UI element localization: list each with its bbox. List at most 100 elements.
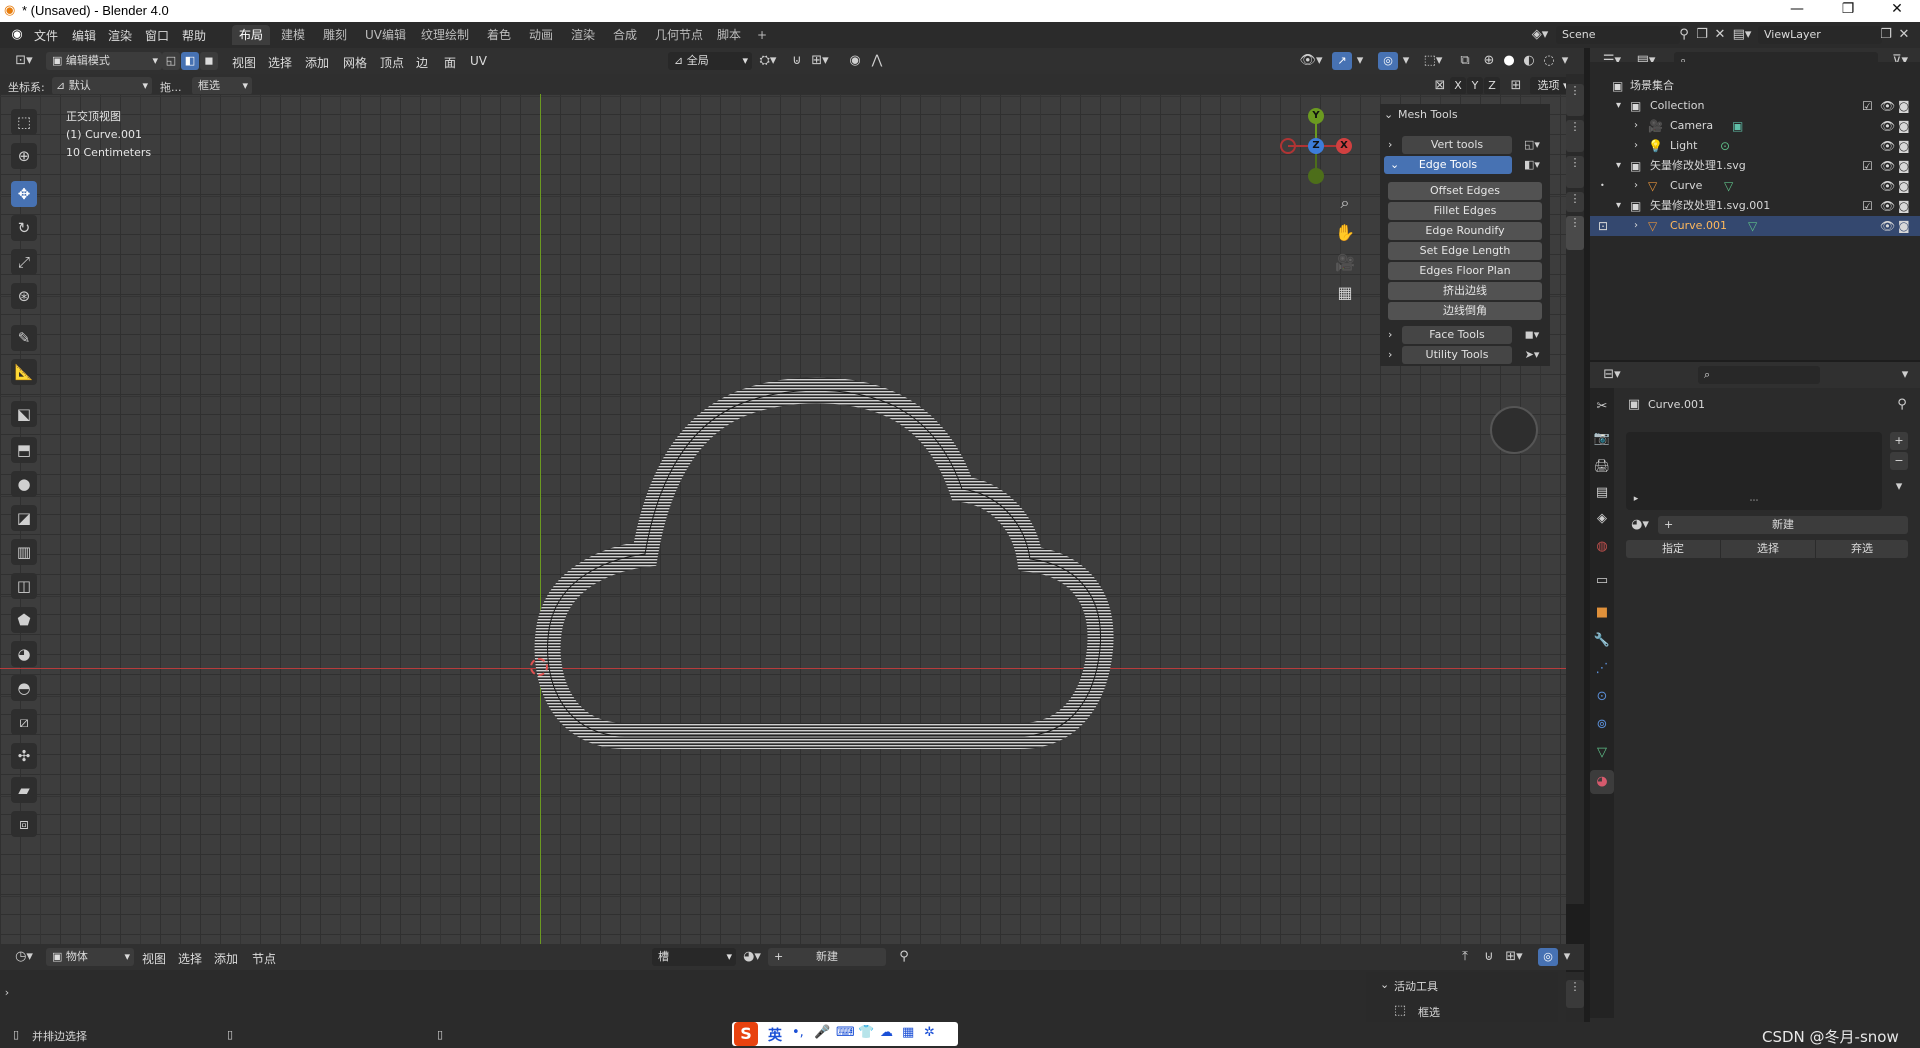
maximize-icon[interactable]: ❐ — [1825, 1, 1871, 17]
blender-menu-icon[interactable]: ◉ — [8, 26, 26, 44]
menu-add[interactable]: 添加 — [214, 950, 238, 967]
scene-name-field[interactable]: Scene — [1556, 26, 1680, 44]
tab-texture-paint[interactable]: 纹理绘制 — [414, 25, 476, 45]
visibility-icon[interactable]: 👁▾ — [1296, 52, 1326, 70]
vertex-select-button[interactable]: ◱ — [162, 52, 180, 70]
coord-select[interactable]: ⊿ 默认 ▾ — [52, 77, 152, 95]
snap-target-icon[interactable]: ⊞▾ — [1500, 948, 1528, 966]
gizmo-toggle-button[interactable]: ↗ — [1332, 52, 1352, 70]
menu-view[interactable]: 视图 — [142, 950, 166, 967]
overlay-dropdown-icon[interactable]: ▾ — [1560, 948, 1574, 966]
scene-delete-icon[interactable]: ✕ — [1712, 26, 1728, 44]
physics-tab-icon[interactable]: ⊙ — [1592, 688, 1612, 706]
loop-cut-tool[interactable]: ▥ — [11, 539, 37, 565]
snap-icon[interactable]: ⊍ — [788, 52, 806, 70]
select-box-tool[interactable]: ⬚ — [11, 109, 37, 135]
add-workspace-button[interactable]: + — [750, 25, 774, 45]
menu-help[interactable]: 帮助 — [182, 27, 206, 44]
edge-roundify-button[interactable]: Edge Roundify — [1388, 222, 1542, 240]
collection-row[interactable]: ▾ ▣ Collection ☑ 👁 ◙ — [1590, 96, 1920, 116]
material-tab-icon[interactable]: ◕ — [1590, 770, 1614, 794]
gizmo-z-label[interactable]: Z — [1308, 138, 1324, 154]
edge-slide-tool[interactable]: ⧄ — [11, 709, 37, 735]
zoom-icon[interactable]: ⌕ — [1334, 194, 1356, 212]
camera-data-icon[interactable]: ▣ — [1732, 116, 1743, 136]
falloff-icon[interactable]: ⋀ — [866, 52, 888, 70]
scene-collection-row[interactable]: ▣ 场景集合 — [1590, 76, 1920, 96]
menu-render[interactable]: 渲染 — [108, 27, 132, 44]
menu-edit[interactable]: 编辑 — [72, 27, 96, 44]
extrude-edges-button[interactable]: 挤出边线 — [1388, 282, 1542, 300]
utility-tools-menu-icon[interactable]: ➤▾ — [1518, 346, 1546, 364]
particles-tab-icon[interactable]: ⋰ — [1592, 660, 1612, 678]
keyboard-icon[interactable]: ⌨ — [836, 1025, 855, 1040]
cloud-curve-mesh[interactable] — [530, 364, 1130, 764]
render-tab-icon[interactable]: 📷 — [1592, 430, 1612, 448]
shading-dropdown-icon[interactable]: ▾ — [1558, 52, 1572, 70]
toolbox-icon[interactable]: ▦ — [902, 1025, 914, 1040]
navigation-circle-icon[interactable] — [1490, 406, 1538, 454]
measure-tool[interactable]: 📐 — [11, 359, 37, 385]
poly-build-tool[interactable]: ⬟ — [11, 607, 37, 633]
rendered-shading-icon[interactable]: ◌ — [1540, 52, 1558, 70]
scene-pin-icon[interactable]: ⚲ — [1676, 26, 1692, 44]
assign-button[interactable]: 指定 — [1626, 540, 1720, 558]
material-shading-icon[interactable]: ◐ — [1520, 52, 1538, 70]
set-edge-length-button[interactable]: Set Edge Length — [1388, 242, 1542, 260]
fillet-edges-button[interactable]: Fillet Edges — [1388, 202, 1542, 220]
gizmo-x-label[interactable]: X — [1336, 138, 1352, 154]
expand-icon[interactable]: ▾ — [1616, 196, 1621, 216]
scene-new-icon[interactable]: ❐ — [1694, 26, 1710, 44]
auto-merge-icon[interactable]: ⊞ — [1508, 77, 1524, 95]
tab-modeling[interactable]: 建模 — [274, 25, 312, 45]
checkbox-icon[interactable]: ☑ — [1862, 156, 1873, 176]
knife-tool[interactable]: ◫ — [11, 573, 37, 599]
rip-tool[interactable]: ⧈ — [11, 811, 37, 837]
object-mode-select[interactable]: ▣ 物体 ▾ — [46, 948, 134, 966]
mirror-z-toggle[interactable]: Z — [1484, 77, 1500, 95]
editor-type-icon[interactable]: ◷▾ — [10, 948, 38, 966]
tab-tool[interactable]: ⋮ — [1566, 120, 1584, 152]
modifier-tab-icon[interactable]: 🔧 — [1592, 632, 1612, 650]
new-material-button[interactable]: + 新建 — [1658, 516, 1908, 534]
vert-tools-menu-icon[interactable]: ◱▾ — [1518, 136, 1546, 154]
edge-tools-menu-icon[interactable]: ◧▾ — [1518, 156, 1546, 174]
curve-row[interactable]: • › ▽ Curve ▽ 👁 ◙ — [1590, 176, 1920, 196]
rotate-tool[interactable]: ↻ — [11, 215, 37, 241]
eye-icon[interactable]: 👁 — [1880, 136, 1895, 156]
smooth-tool[interactable]: ◓ — [11, 675, 37, 701]
punctuation-icon[interactable]: •, — [792, 1025, 804, 1040]
none-tool[interactable]: ● — [11, 471, 37, 497]
pin-icon[interactable]: ⚲ — [1894, 396, 1910, 414]
curve-data-icon[interactable]: ▽ — [1724, 176, 1733, 196]
properties-search-input[interactable]: ⌕ — [1698, 366, 1820, 384]
camera-render-icon[interactable]: ◙ — [1898, 136, 1910, 156]
menu-select[interactable]: 选择 — [178, 950, 202, 967]
mirror-icon[interactable]: ⊠ — [1432, 77, 1448, 95]
checkbox-icon[interactable]: ☑ — [1862, 196, 1873, 216]
cursor-tool[interactable]: ⊕ — [11, 143, 37, 169]
proportional-edit-icon[interactable]: ◉ — [846, 52, 864, 70]
overlay-toggle-button[interactable]: ◎ — [1538, 948, 1558, 966]
edge-select-button[interactable]: ◧ — [181, 52, 199, 70]
curve-data-icon[interactable]: ▽ — [1748, 216, 1757, 236]
properties-editor-icon[interactable]: ⊟▾ — [1598, 366, 1626, 384]
extrude-tool[interactable]: ⬒ — [11, 437, 37, 463]
expand-icon[interactable]: › — [1634, 116, 1638, 136]
eye-icon[interactable]: 👁 — [1880, 216, 1895, 236]
tab-edit[interactable]: ⋮ — [1566, 192, 1584, 212]
collection-tab-icon[interactable]: ▭ — [1592, 572, 1612, 590]
view-layer-new-icon[interactable]: ❐ — [1878, 26, 1894, 44]
light-row[interactable]: › 💡 Light ⊙ 👁 ◙ — [1590, 136, 1920, 156]
3d-viewport[interactable]: Y X Z ⌕ ✋ 🎥 ▦ ⋮ ⋮ ⋮ ⋮ ⋮ — [0, 74, 1584, 944]
expand-icon[interactable]: › — [1634, 176, 1638, 196]
world-tab-icon[interactable]: ◍ — [1592, 538, 1612, 556]
face-tools-header[interactable]: Face Tools — [1402, 326, 1512, 344]
deselect-button[interactable]: 弃选 — [1816, 540, 1908, 558]
camera-render-icon[interactable]: ◙ — [1898, 156, 1910, 176]
curve-001-row[interactable]: ⊡ › ▽ Curve.001 ▽ 👁 ◙ — [1590, 216, 1920, 236]
scene-browse-icon[interactable]: ◈▾ — [1526, 26, 1554, 44]
tab-view[interactable]: ⋮ — [1566, 156, 1584, 188]
tab-layout[interactable]: 布局 — [232, 25, 271, 45]
tab-item[interactable]: ⋮ — [1566, 84, 1584, 116]
